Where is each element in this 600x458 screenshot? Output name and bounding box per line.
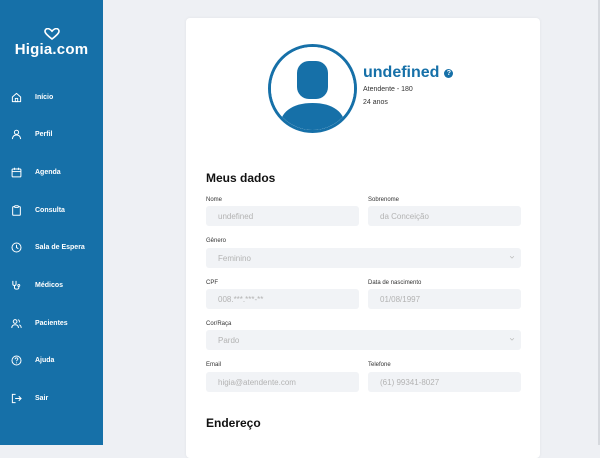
cpf-label: CPF (206, 280, 218, 286)
chevron-down-icon (509, 255, 515, 259)
sidebar-item-label: Sair (35, 394, 49, 402)
cor-select[interactable]: Pardo (206, 330, 521, 350)
stethoscope-icon (12, 280, 21, 290)
nascimento-value: 01/08/1997 (380, 294, 421, 304)
sidebar-item-agenda[interactable]: Agenda (11, 164, 61, 180)
telefone-value: (61) 99341-8027 (380, 377, 440, 387)
profile-card: undefined ? Atendente - 180 24 anos Meus… (186, 18, 540, 458)
logout-icon (11, 393, 22, 403)
sidebar-item-label: Ajuda (35, 356, 55, 364)
section-meus-dados: Meus dados (206, 171, 276, 185)
sidebar-item-label: Pacientes (35, 319, 68, 327)
clipboard-icon (12, 204, 21, 216)
sidebar-item-label: Consulta (35, 206, 65, 214)
sidebar-item-label: Sala de Espera (35, 243, 85, 251)
cor-label: Cor/Raça (206, 321, 232, 327)
telefone-label: Telefone (368, 362, 391, 368)
profile-name-text: undefined (363, 64, 440, 81)
home-icon (11, 92, 22, 102)
sidebar-item-consulta[interactable]: Consulta (11, 202, 65, 218)
sidebar-item-inicio[interactable]: Início (11, 89, 53, 105)
nascimento-field[interactable]: 01/08/1997 (368, 289, 521, 309)
users-icon (11, 318, 22, 328)
brand-logo[interactable]: Higia.com (0, 28, 103, 58)
sobrenome-value: da Conceição (380, 211, 429, 221)
email-field[interactable]: higia@atendente.com (206, 372, 359, 392)
sobrenome-label: Sobrenome (368, 197, 400, 203)
user-avatar-icon (271, 47, 354, 130)
profile-age: 24 anos (363, 99, 388, 106)
genero-label: Gênero (206, 238, 227, 244)
clock-icon (11, 242, 22, 252)
chevron-down-icon (509, 337, 515, 341)
sidebar-item-label: Médicos (35, 281, 64, 289)
profile-role: Atendente - 180 (363, 86, 413, 93)
telefone-field[interactable]: (61) 99341-8027 (368, 372, 521, 392)
sidebar-item-sair[interactable]: Sair (11, 390, 48, 406)
cpf-field[interactable]: 008.***.***-** (206, 289, 359, 309)
nome-field[interactable]: undefined (206, 206, 359, 226)
sidebar-item-medicos[interactable]: Médicos (11, 277, 63, 293)
sidebar-item-ajuda[interactable]: Ajuda (11, 352, 54, 368)
brand-name: Higia.com (14, 41, 89, 58)
sidebar-item-pacientes[interactable]: Pacientes (11, 315, 68, 331)
nome-value: undefined (218, 211, 254, 221)
sobrenome-field[interactable]: da Conceição (368, 206, 521, 226)
sidebar-item-perfil[interactable]: Perfil (11, 126, 53, 142)
help-circle-icon (11, 355, 22, 365)
help-icon[interactable]: ? (444, 68, 454, 78)
cor-value: Pardo (218, 335, 240, 345)
calendar-icon (11, 167, 22, 177)
cpf-value: 008.***.***-** (218, 294, 264, 304)
sidebar: Higia.com Início Perfil Agenda Consulta … (0, 0, 103, 445)
profile-name: undefined ? (363, 64, 454, 82)
nascimento-label: Data de nascimento (368, 280, 422, 286)
heart-logo-icon (43, 28, 60, 40)
sidebar-item-label: Agenda (35, 168, 61, 176)
genero-value: Feminino (218, 253, 251, 263)
email-label: Email (206, 362, 222, 368)
nome-label: Nome (206, 197, 223, 203)
sidebar-item-label: Perfil (35, 130, 53, 138)
section-endereco: Endereço (206, 416, 261, 430)
sidebar-item-label: Início (35, 93, 54, 101)
user-icon (11, 129, 22, 139)
email-value: higia@atendente.com (218, 377, 296, 387)
genero-select[interactable]: Feminino (206, 248, 521, 268)
sidebar-item-sala-de-espera[interactable]: Sala de Espera (11, 239, 85, 255)
avatar (268, 44, 357, 133)
